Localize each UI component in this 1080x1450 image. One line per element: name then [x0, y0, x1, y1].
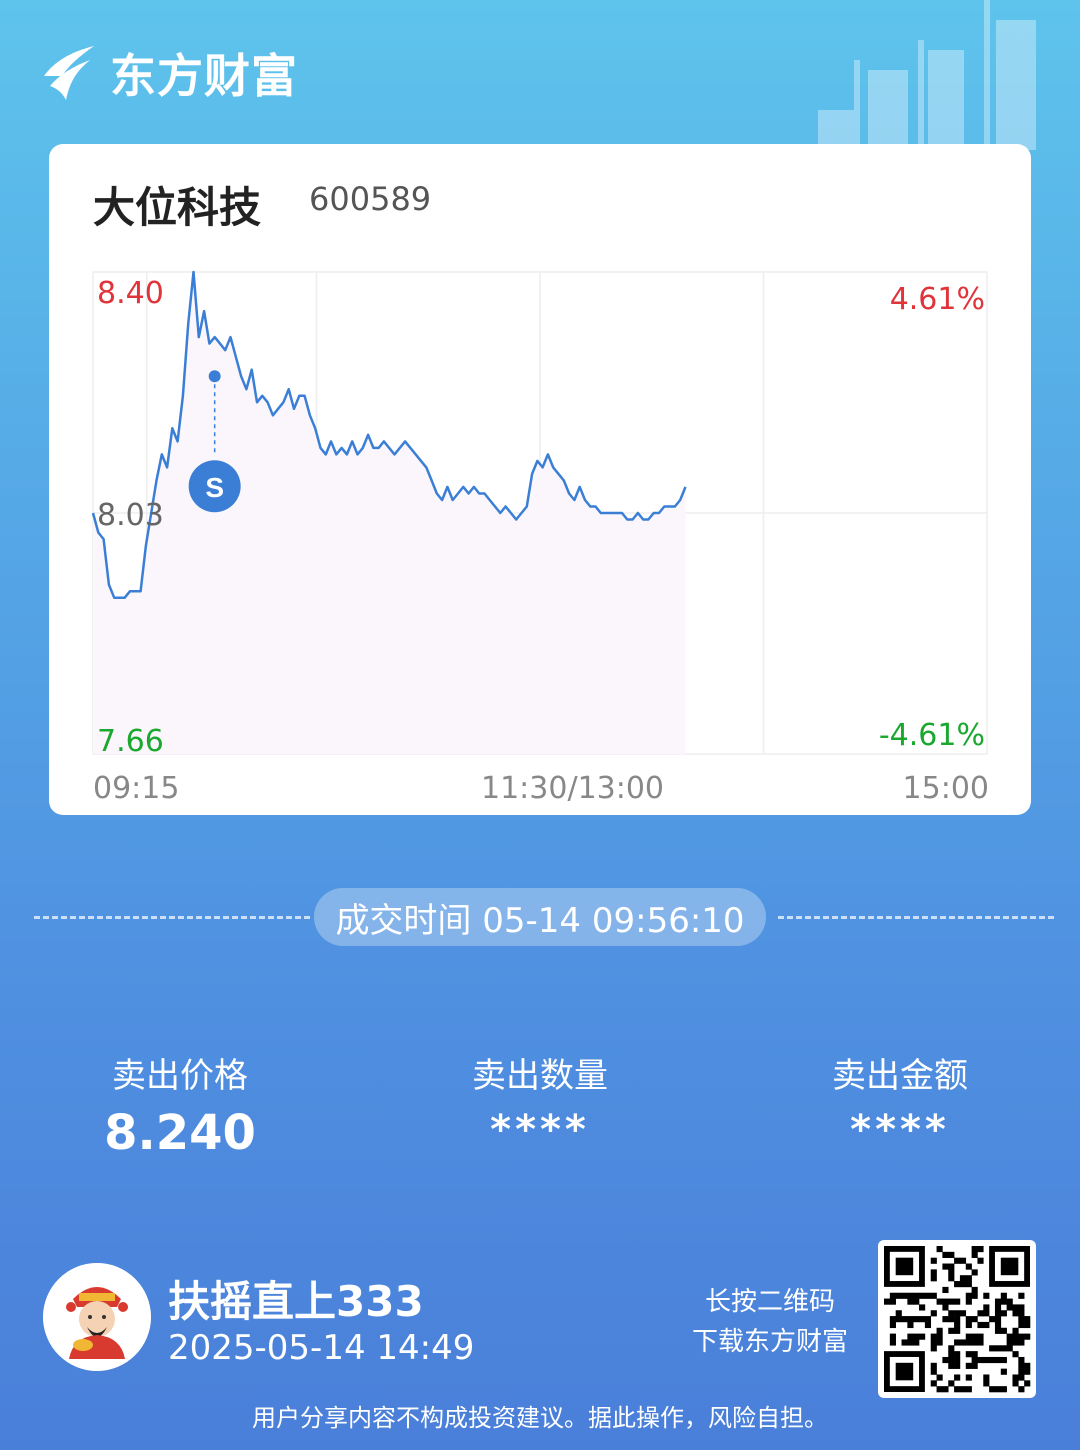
stat-sell-quantity: 卖出数量 ****	[460, 1048, 620, 1153]
qr-code[interactable]	[878, 1240, 1036, 1398]
x-start-label: 09:15	[93, 771, 180, 806]
intraday-chart: S	[91, 270, 988, 755]
post-time: 2025-05-14 14:49	[168, 1328, 475, 1368]
stat-value: ****	[490, 1107, 590, 1153]
stat-label: 卖出金额	[832, 1056, 968, 1096]
trade-time-pill: 成交时间 05-14 09:56:10	[314, 888, 766, 946]
stock-chart-card: 大位科技 600589 S 8.40 8.03 7.66 4.61% -4.61…	[49, 144, 1031, 815]
username: 扶摇直上333	[168, 1277, 424, 1326]
stat-sell-price: 卖出价格 8.240	[100, 1048, 260, 1161]
eastmoney-logo-icon	[44, 46, 94, 100]
y-high-label: 8.40	[97, 276, 164, 311]
pct-low-label: -4.61%	[878, 718, 985, 753]
x-end-label: 15:00	[902, 771, 989, 806]
qr-code-icon	[884, 1246, 1031, 1393]
pct-high-label: 4.61%	[889, 282, 985, 317]
disclaimer: 用户分享内容不构成投资建议。据此操作，风险自担。	[252, 1404, 828, 1432]
y-low-label: 7.66	[97, 724, 164, 759]
candlestick-decoration	[818, 0, 1036, 150]
y-mid-label: 8.03	[97, 498, 164, 533]
stat-label: 卖出价格	[112, 1056, 248, 1096]
trade-time-divider: 成交时间 05-14 09:56:10	[0, 888, 1080, 948]
avatar[interactable]	[43, 1263, 151, 1371]
stat-label: 卖出数量	[472, 1056, 608, 1096]
divider-right	[778, 916, 1054, 919]
brand-name: 东方财富	[110, 49, 298, 103]
stat-value: ****	[850, 1107, 950, 1153]
fortune-god-avatar-icon	[43, 1263, 151, 1371]
price-area	[93, 272, 686, 754]
stat-value: 8.240	[104, 1105, 256, 1161]
qr-hint-line2: 下载东方财富	[691, 1327, 848, 1357]
brand-header: 东方财富	[40, 40, 298, 106]
sell-marker-label: S	[205, 472, 224, 503]
qr-hint-line1: 长按二维码	[704, 1287, 835, 1317]
stat-sell-amount: 卖出金额 ****	[820, 1048, 980, 1153]
qr-hint: 长按二维码 下载东方财富	[680, 1282, 860, 1362]
x-mid-label: 11:30/13:00	[481, 771, 665, 806]
divider-left	[34, 916, 310, 919]
